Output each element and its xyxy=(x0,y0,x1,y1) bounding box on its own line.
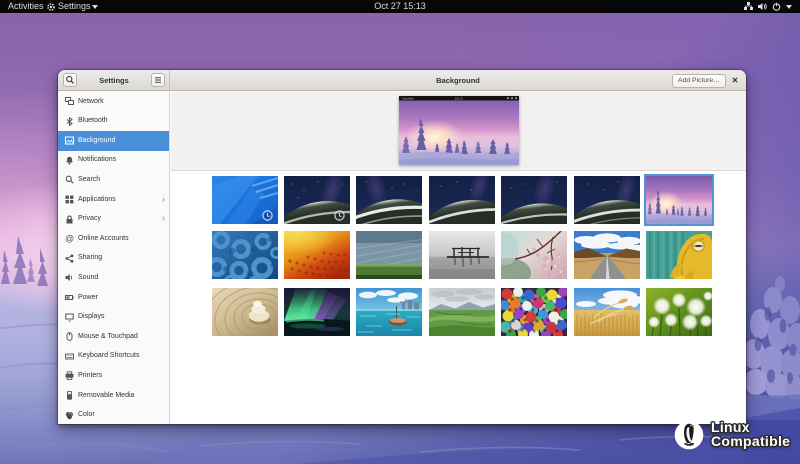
svg-text:@: @ xyxy=(65,234,74,243)
svg-text:15:13: 15:13 xyxy=(455,96,463,100)
svg-text:Activities: Activities xyxy=(402,96,414,100)
